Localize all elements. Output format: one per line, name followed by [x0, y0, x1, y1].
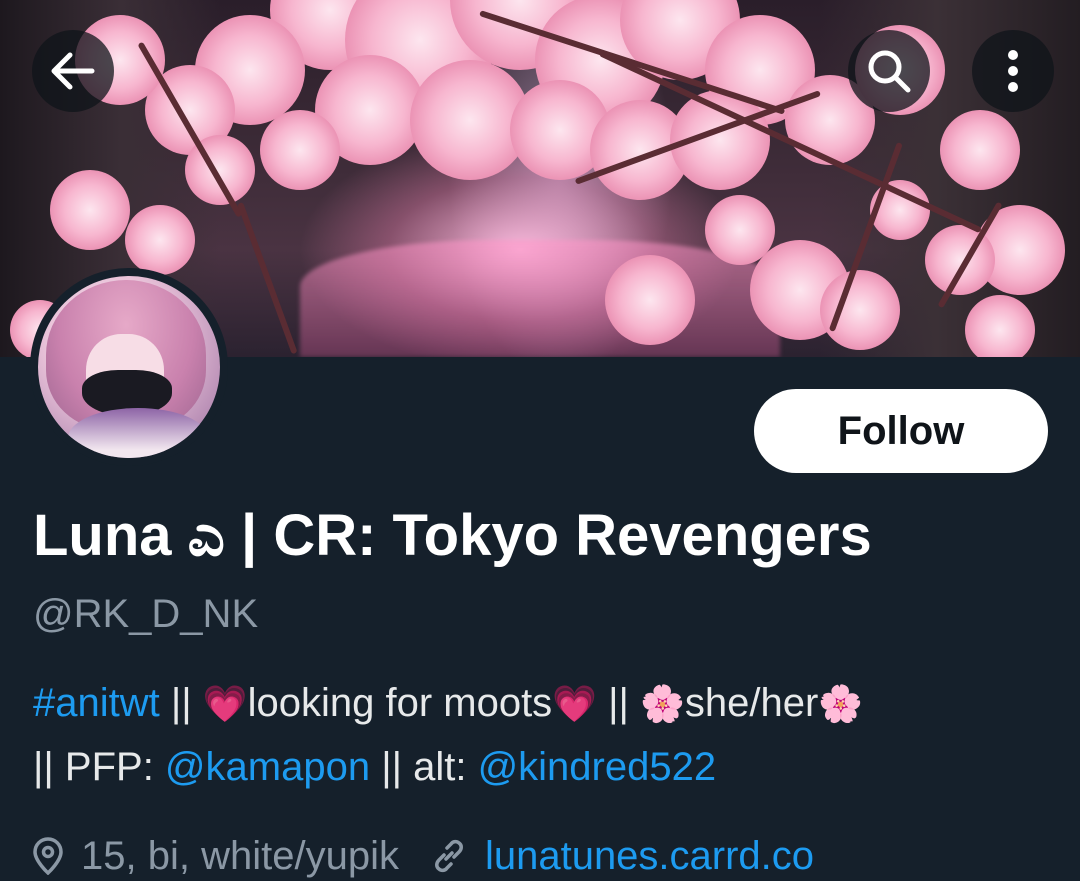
blossom-cluster: [965, 295, 1035, 357]
bio-line-2: || PFP: @kamapon || alt: @kindred522: [33, 736, 1053, 798]
bio-link[interactable]: @kindred522: [478, 745, 717, 789]
handle: @RK_D_NK: [33, 592, 259, 636]
location-pin-icon: [33, 837, 63, 875]
bio-text: she/her: [684, 681, 819, 725]
bio-emoji: 🌸: [640, 684, 685, 725]
banner-glow-reflection: [300, 240, 780, 357]
bio-link[interactable]: #anitwt: [33, 681, 160, 725]
bio-text: || PFP:: [33, 745, 165, 789]
bio-emoji: 🌸: [818, 684, 864, 725]
blossom-cluster: [705, 195, 775, 265]
bio-text: looking for moots: [247, 681, 553, 725]
bio-emoji: 💗: [552, 684, 598, 725]
blossom-cluster: [940, 110, 1020, 190]
blossom-cluster: [50, 170, 130, 250]
website-link[interactable]: lunatunes.carrd.co: [485, 834, 814, 879]
bio-text: || alt:: [370, 745, 478, 789]
link-icon: [431, 838, 467, 874]
back-button[interactable]: [32, 30, 114, 112]
bio-line-1: #anitwt || 💗looking for moots💗 || 🌸she/h…: [33, 672, 1053, 736]
search-button[interactable]: [848, 30, 930, 112]
blossom-cluster: [260, 110, 340, 190]
search-icon: [866, 48, 912, 94]
avatar[interactable]: [30, 268, 228, 466]
bio-emoji: 💗: [202, 684, 248, 725]
blossom-branch: [237, 201, 298, 355]
profile-page: Follow Luna ಎ | CR: Tokyo Revengers @RK_…: [0, 0, 1080, 881]
bio-text: ||: [597, 681, 641, 725]
avatar-image: [38, 276, 220, 458]
display-name: Luna ಎ | CR: Tokyo Revengers: [33, 503, 872, 568]
more-vertical-icon: [1007, 49, 1019, 93]
location-text: 15, bi, white/yupik: [81, 833, 399, 878]
blossom-cluster: [125, 205, 195, 275]
more-options-button[interactable]: [972, 30, 1054, 112]
blossom-cluster: [605, 255, 695, 345]
blossom-cluster: [820, 270, 900, 350]
bio-text: ||: [159, 681, 203, 725]
profile-meta: 15, bi, white/yupik lunatunes.carrd.co: [33, 828, 814, 881]
arrow-left-icon: [50, 51, 96, 91]
bio-link[interactable]: @kamapon: [165, 745, 370, 789]
bio: #anitwt || 💗looking for moots💗 || 🌸she/h…: [33, 672, 1053, 798]
follow-button[interactable]: Follow: [754, 389, 1048, 473]
